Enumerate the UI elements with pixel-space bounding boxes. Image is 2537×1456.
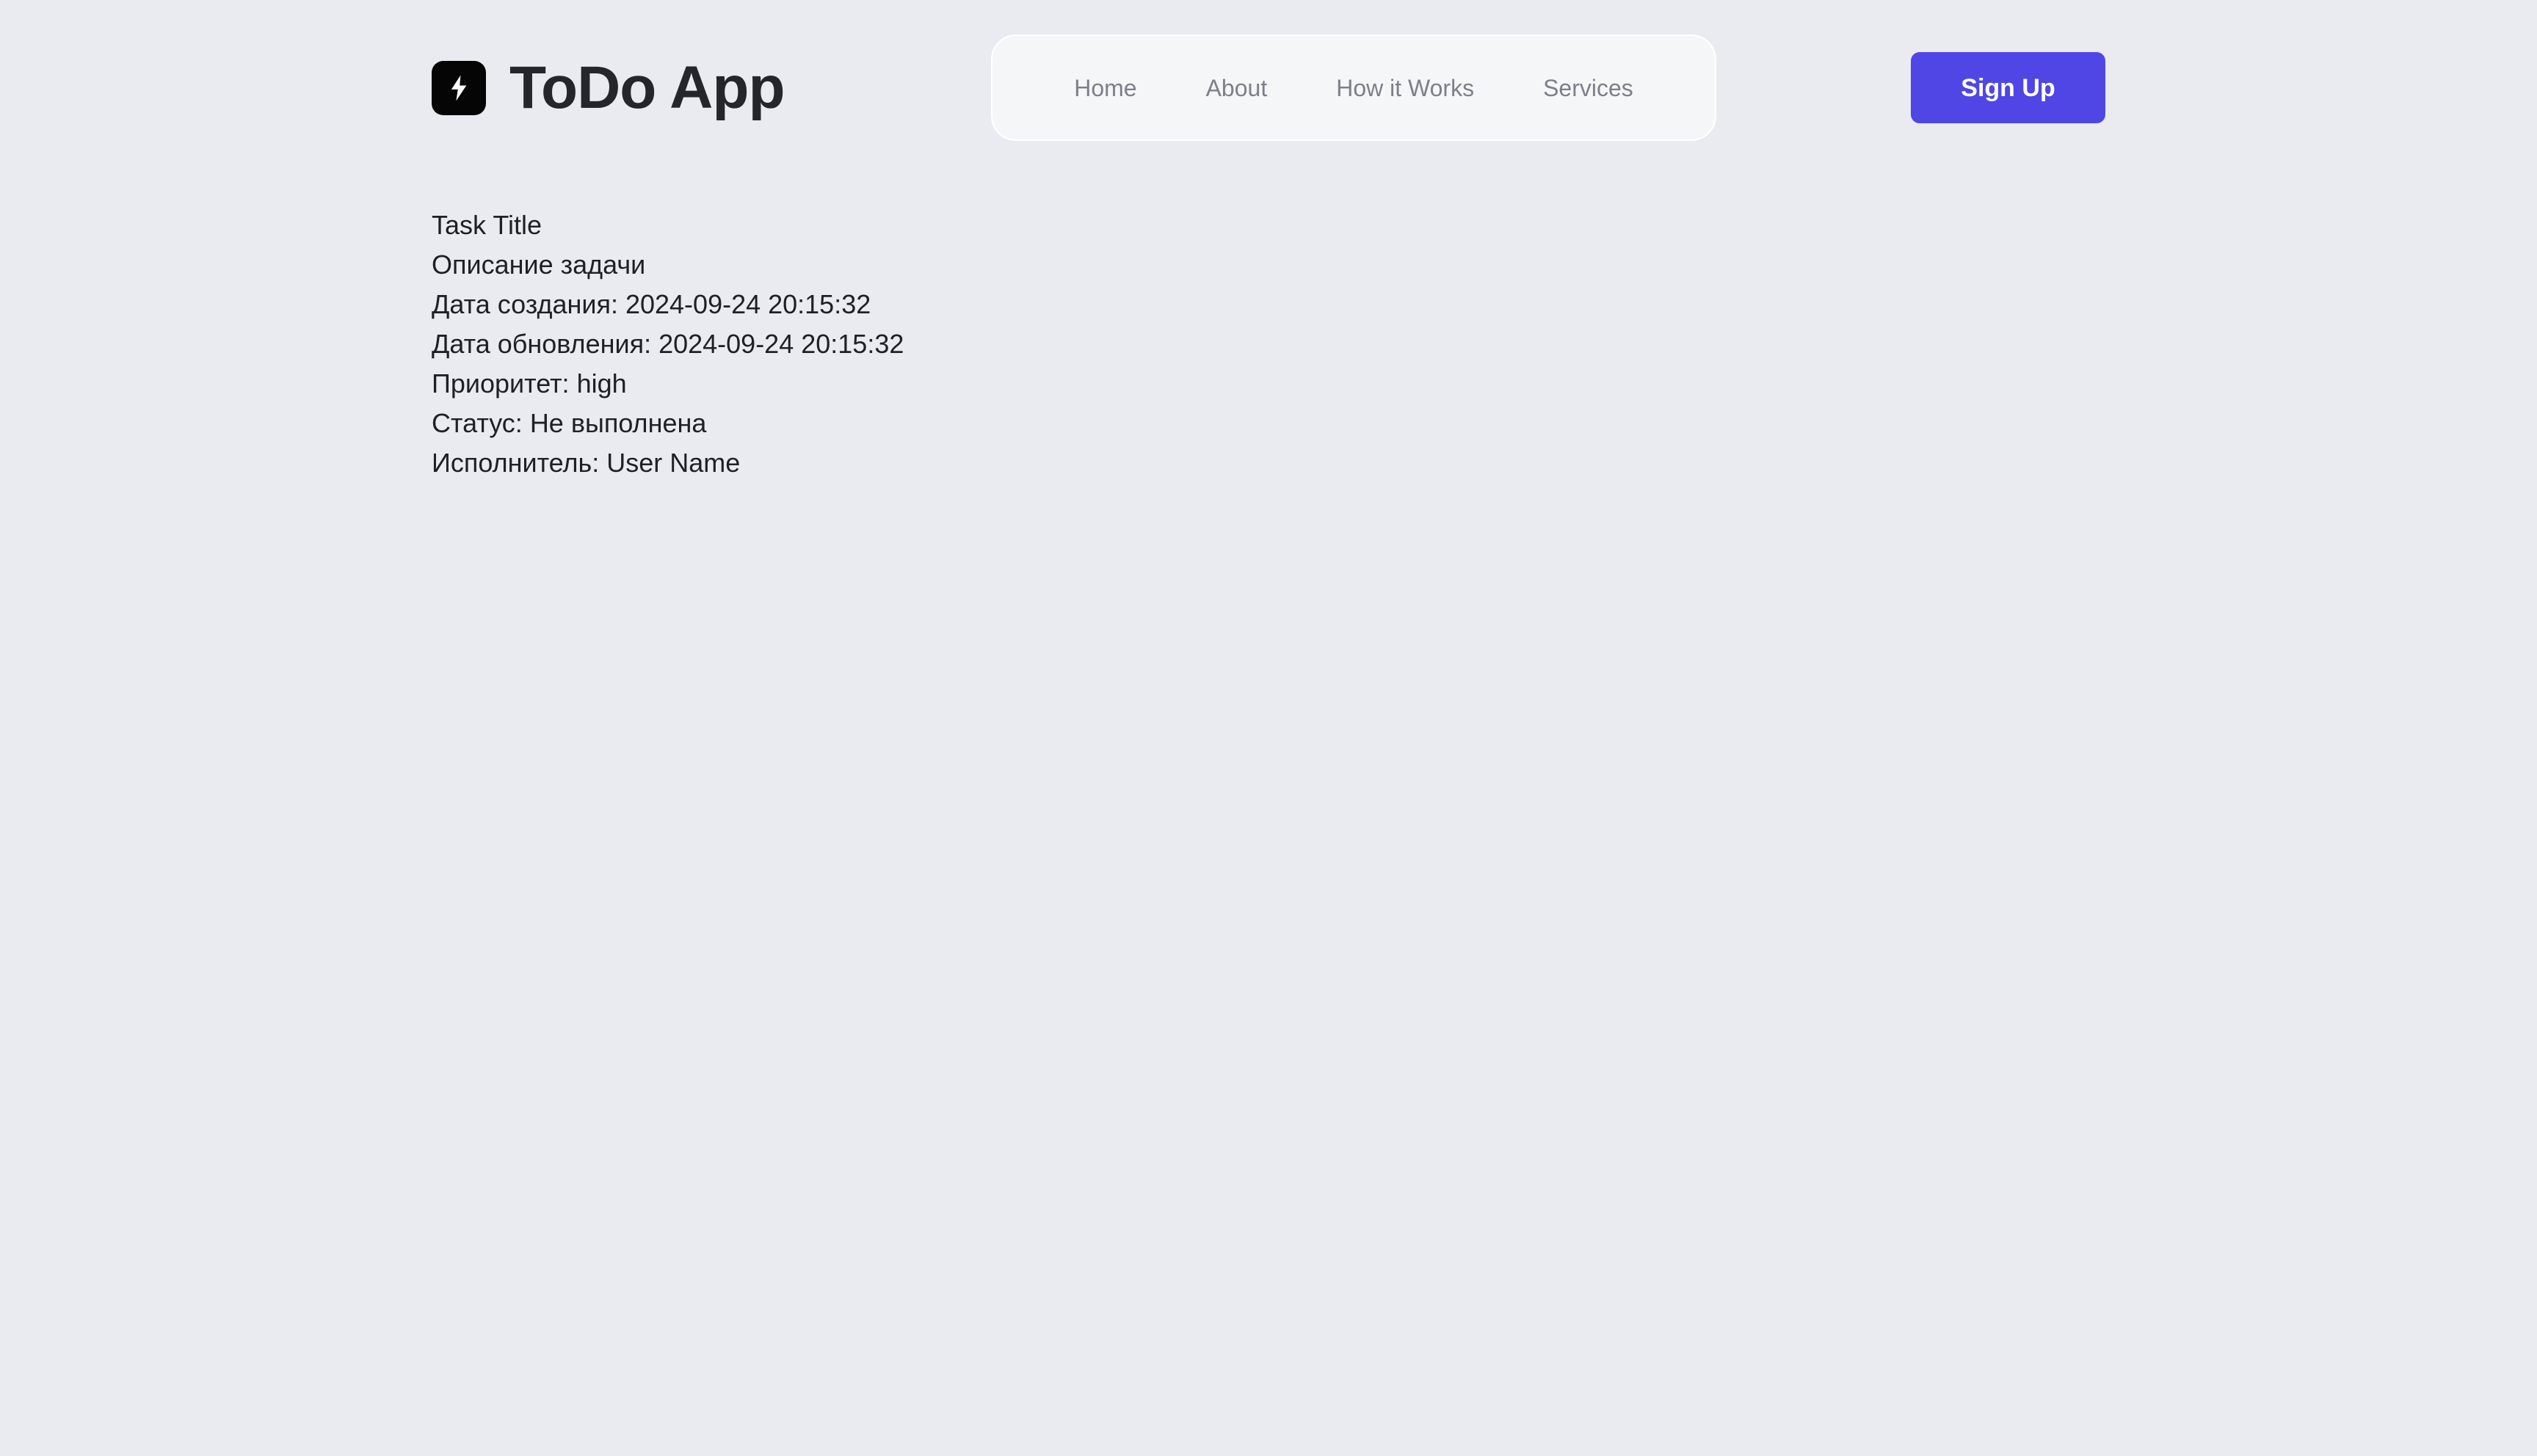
updated-value: 2024-09-24 20:15:32 [658, 329, 904, 359]
task-created-row: Дата создания: 2024-09-24 20:15:32 [432, 285, 1459, 324]
priority-label: Приоритет: [432, 368, 570, 398]
site-header: ToDo App Home About How it Works Service… [432, 0, 2105, 176]
assignee-label: Исполнитель: [432, 448, 600, 478]
lightning-bolt-icon [432, 61, 486, 115]
nav-link-how-it-works[interactable]: How it Works [1336, 73, 1474, 103]
created-value: 2024-09-24 20:15:32 [625, 289, 871, 319]
sign-up-button[interactable]: Sign Up [1911, 52, 2105, 123]
updated-label: Дата обновления: [432, 329, 652, 359]
task-priority-row: Приоритет: high [432, 364, 1459, 404]
status-label: Статус: [432, 408, 523, 438]
task-status-row: Статус: Не выполнена [432, 404, 1459, 443]
status-value: Не выполнена [529, 408, 707, 438]
task-updated-row: Дата обновления: 2024-09-24 20:15:32 [432, 324, 1459, 364]
created-label: Дата создания: [432, 289, 618, 319]
nav-link-services[interactable]: Services [1543, 73, 1633, 103]
app-logo-link[interactable]: ToDo App [432, 51, 785, 125]
nav-link-about[interactable]: About [1206, 73, 1268, 103]
task-details: Task Title Описание задачи Дата создания… [432, 205, 1459, 483]
priority-value: high [576, 368, 627, 398]
task-description: Описание задачи [432, 250, 646, 280]
app-title: ToDo App [509, 54, 785, 121]
task-detail-page: ToDo App Home About How it Works Service… [0, 0, 2537, 1456]
main-navigation: Home About How it Works Services [991, 34, 1716, 141]
assignee-value: User Name [606, 448, 741, 478]
task-title: Task Title [432, 210, 542, 240]
nav-link-home[interactable]: Home [1074, 73, 1136, 103]
task-assignee-row: Исполнитель: User Name [432, 443, 1459, 483]
